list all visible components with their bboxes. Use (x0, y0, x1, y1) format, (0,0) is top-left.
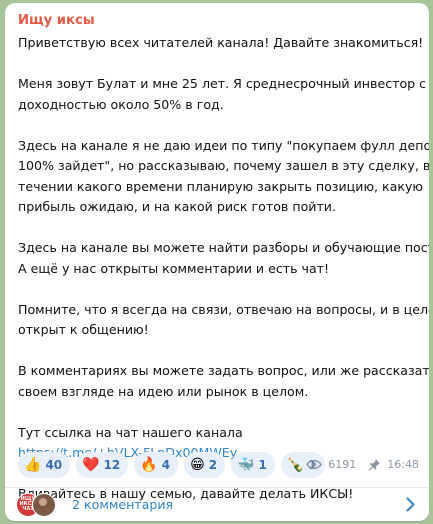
text-line: А ещё у нас открыты комментарии и есть ч… (18, 260, 330, 276)
comments-label: 2 комментария (72, 497, 174, 512)
channel-name[interactable]: Ищу иксы (18, 13, 95, 28)
avatar (32, 492, 56, 517)
text-line: Здесь на канале вы можете найти разборы … (18, 240, 429, 255)
text-line: Приветствую всех читателей канала! Давай… (18, 35, 424, 50)
message-time: 16:48 (387, 458, 419, 471)
chevron-right-icon (406, 497, 415, 516)
paragraph-intro: Меня зовут Булат и мне 25 лет. Я среднес… (18, 74, 427, 115)
text-line: своем взгляде на идею или рынок в целом. (18, 383, 309, 399)
text-line: открыт к общению! (18, 322, 149, 337)
reaction-count: 1 (258, 458, 267, 472)
paragraph-comments: В комментариях вы можете задать вопрос, … (18, 361, 429, 402)
message-text: Приветствую всех читателей канала! Давай… (18, 33, 429, 505)
message-bubble: Ищу иксы Приветствую всех читателей кана… (5, 3, 429, 521)
reaction-count: 4 (161, 458, 171, 472)
fire-icon: 🔥 (140, 457, 158, 473)
text-line: Здесь на канале я не даю идеи по типу "п… (18, 137, 429, 153)
champagne-icon: 🍾 (286, 457, 305, 473)
text-line: течении какого времени планирую закрыть … (18, 178, 424, 194)
text-line: доходностью около 50% в год. (18, 96, 224, 112)
reaction-fire[interactable]: 🔥 4 (134, 452, 179, 478)
text-line: В комментариях вы можете задать вопрос, … (18, 363, 429, 378)
grin-icon: 😁 (190, 457, 205, 473)
reaction-grin[interactable]: 😁 2 (184, 452, 226, 478)
heart-icon: ❤️ (82, 457, 100, 473)
paragraph-approach: Здесь на канале я не даю идеи по типу "п… (18, 136, 429, 218)
paragraph-content: Здесь на канале вы можете найти разборы … (18, 238, 429, 279)
eye-icon (306, 459, 323, 470)
pin-icon (368, 458, 381, 471)
reaction-whale[interactable]: 🐳 1 (231, 452, 275, 478)
reaction-count: 2 (208, 458, 218, 472)
whale-icon: 🐳 (237, 457, 255, 473)
reaction-heart[interactable]: ❤️ 12 (76, 452, 129, 478)
thumbs-up-icon: 👍 (24, 457, 42, 473)
comments-button[interactable]: ИЩУ ИКСЫ ЧАТ 2 комментария (5, 488, 429, 521)
chat-intro-text: Тут ссылка на чат нашего канала (18, 424, 243, 440)
reaction-count: 40 (45, 458, 63, 472)
reactions-bar: 👍 40 ❤️ 12 🔥 4 😁 2 🐳 1 🍾 1 (18, 452, 325, 478)
paragraph-contact: Помните, что я всегда на связи, отвечаю … (18, 300, 429, 341)
view-count: 6191 (328, 458, 357, 471)
commenter-avatars: ИЩУ ИКСЫ ЧАТ (16, 492, 66, 517)
paragraph-greeting: Приветствую всех читателей канала! Давай… (18, 33, 424, 54)
reaction-count: 12 (103, 458, 121, 472)
text-line: 100% зайдет", но рассказываю, почему заш… (18, 158, 429, 173)
text-line: прибыль ожидаю, и на какой риск готов по… (18, 199, 336, 214)
message-meta: 6191 16:48 (306, 458, 419, 471)
text-line: Помните, что я всегда на связи, отвечаю … (18, 301, 429, 317)
text-line: Меня зовут Булат и мне 25 лет. Я среднес… (18, 76, 427, 91)
reaction-thumbs-up[interactable]: 👍 40 (18, 452, 71, 478)
